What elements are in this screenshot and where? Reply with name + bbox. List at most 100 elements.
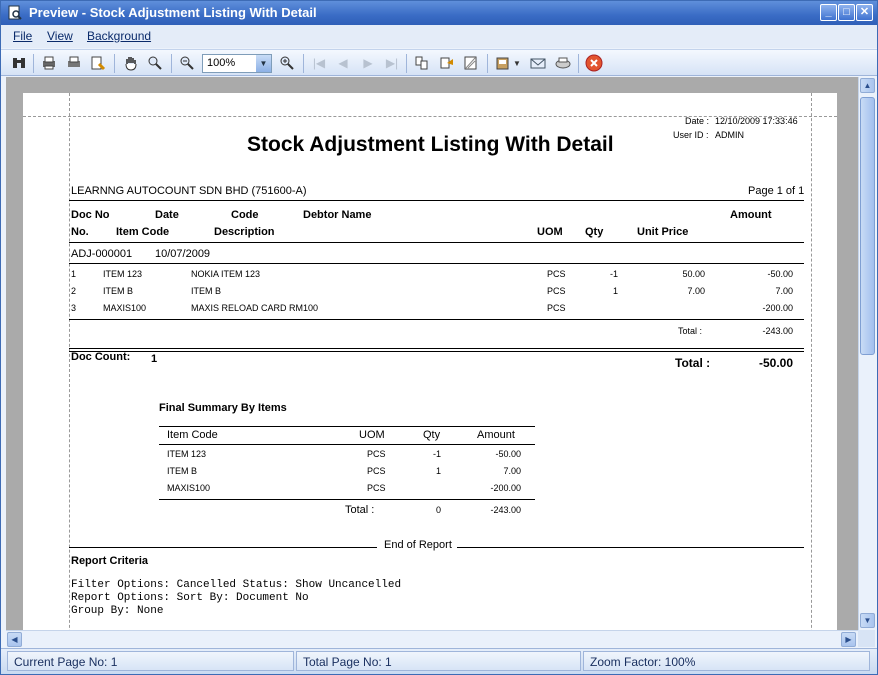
summary-col-item-code: Item Code: [167, 429, 218, 441]
magnifier-icon[interactable]: [146, 54, 164, 72]
menu-bar: File View Background: [1, 25, 877, 48]
row-no: 1: [71, 269, 77, 279]
status-zoom-factor: Zoom Factor: 100%: [583, 651, 870, 671]
toolbar-separator: [406, 54, 407, 73]
doc-rule: [69, 263, 804, 264]
criteria-title: Report Criteria: [71, 555, 149, 567]
status-current-page: Current Page No: 1: [7, 651, 294, 671]
scroll-up-icon[interactable]: ▲: [860, 78, 875, 93]
summary-row-item-code: MAXIS100: [167, 483, 211, 493]
doc-total-value: -243.00: [762, 326, 793, 336]
col-code: Code: [231, 209, 259, 221]
user-id-label: User ID :: [673, 130, 709, 140]
row-no: 3: [71, 303, 77, 313]
zoom-value: 100%: [207, 57, 236, 69]
chevron-down-icon[interactable]: ▼: [512, 54, 522, 72]
find-icon[interactable]: [10, 54, 28, 72]
page-info: Page 1 of 1: [748, 185, 805, 197]
vertical-scroll-thumb[interactable]: [860, 97, 875, 355]
summary-total-amount: -243.00: [490, 505, 521, 515]
summary-row-qty: -1: [432, 449, 441, 459]
minimize-button[interactable]: _: [820, 4, 837, 21]
toolbar-separator: [171, 54, 172, 73]
grand-total-label: Total :: [675, 356, 711, 370]
zoom-in-icon[interactable]: [278, 54, 296, 72]
hand-tool-icon[interactable]: [122, 54, 140, 72]
col-date: Date: [155, 209, 179, 221]
row-no: 2: [71, 286, 77, 296]
row-amount: -50.00: [767, 269, 793, 279]
row-amount: -200.00: [762, 303, 793, 313]
zoom-select[interactable]: 100% ▼: [202, 54, 272, 73]
col-description: Description: [214, 226, 275, 238]
row-unit-price: 50.00: [682, 269, 705, 279]
last-page-icon[interactable]: ▶|: [383, 54, 401, 72]
watermark-icon[interactable]: [462, 54, 480, 72]
summary-col-qty: Qty: [423, 429, 441, 441]
first-page-icon[interactable]: |◀: [310, 54, 328, 72]
toolbar-separator: [33, 54, 34, 73]
total-double-rule-bottom: [69, 351, 804, 352]
report-title: Stock Adjustment Listing With Detail: [247, 133, 614, 156]
page-setup-icon[interactable]: [89, 54, 107, 72]
summary-row-amount: 7.00: [503, 466, 521, 476]
user-id-value: ADMIN: [715, 130, 744, 140]
date-value: 12/10/2009 17:33:46: [715, 116, 798, 126]
row-qty: 1: [612, 286, 618, 296]
background-color-icon[interactable]: [438, 54, 456, 72]
toolbar-separator: [578, 54, 579, 73]
summary-row-uom: PCS: [367, 466, 386, 476]
summary-col-amount: Amount: [477, 429, 515, 441]
doc-total-label: Total :: [678, 326, 703, 336]
row-uom: PCS: [547, 269, 566, 279]
menu-background[interactable]: Background: [87, 29, 151, 43]
summary-row-amount: -50.00: [495, 449, 521, 459]
fax-icon[interactable]: [554, 54, 572, 72]
summary-total-qty: 0: [435, 505, 441, 515]
zoom-out-icon[interactable]: [178, 54, 196, 72]
col-doc-no: Doc No: [71, 209, 110, 221]
summary-row-item-code: ITEM 123: [167, 449, 207, 459]
doc-number: ADJ-000001: [71, 248, 133, 260]
row-item-code: ITEM B: [103, 286, 134, 296]
col-item-code: Item Code: [116, 226, 170, 238]
col-qty: Qty: [585, 226, 604, 238]
summary-header-rule: [159, 444, 535, 445]
col-no: No.: [71, 226, 89, 238]
detail-rule: [69, 319, 804, 320]
export-icon[interactable]: [494, 54, 512, 72]
print-icon[interactable]: [65, 54, 83, 72]
print-setup-icon[interactable]: [40, 54, 58, 72]
next-page-icon[interactable]: ▶: [359, 54, 377, 72]
horizontal-scrollbar[interactable]: ◀ ▶: [6, 630, 858, 647]
scroll-left-icon[interactable]: ◀: [7, 632, 22, 647]
column-header-rule: [69, 242, 804, 243]
page-margin-left: [69, 93, 70, 630]
chevron-down-icon[interactable]: ▼: [256, 55, 271, 72]
summary-row-uom: PCS: [367, 483, 386, 493]
menu-view[interactable]: View: [47, 29, 73, 43]
close-button[interactable]: ✕: [856, 4, 873, 21]
vertical-scrollbar[interactable]: ▲ ▼: [858, 77, 875, 630]
previous-page-icon[interactable]: ◀: [334, 54, 352, 72]
toolbar: 100% ▼ |◀ ◀ ▶ ▶| ▼: [1, 49, 877, 76]
scroll-right-icon[interactable]: ▶: [841, 632, 856, 647]
summary-row-uom: PCS: [367, 449, 386, 459]
close-preview-icon[interactable]: [585, 54, 603, 72]
doc-count-label: Doc Count:: [71, 351, 131, 363]
end-rule-left: [69, 547, 377, 548]
email-icon[interactable]: [529, 54, 547, 72]
row-unit-price: 7.00: [687, 286, 705, 296]
summary-title: Final Summary By Items: [159, 402, 287, 414]
maximize-button[interactable]: □: [838, 4, 855, 21]
criteria-line: Group By: None: [71, 605, 164, 617]
scrollbar-corner: [858, 630, 875, 647]
multiple-pages-icon[interactable]: [413, 54, 431, 72]
status-bar: Current Page No: 1 Total Page No: 1 Zoom…: [1, 648, 877, 674]
toolbar-separator: [487, 54, 488, 73]
preview-viewport[interactable]: Date : 12/10/2009 17:33:46 User ID : ADM…: [6, 77, 858, 630]
row-item-code: MAXIS100: [103, 303, 147, 313]
menu-file[interactable]: File: [13, 29, 32, 43]
scroll-down-icon[interactable]: ▼: [860, 613, 875, 628]
end-rule-right: [457, 547, 804, 548]
